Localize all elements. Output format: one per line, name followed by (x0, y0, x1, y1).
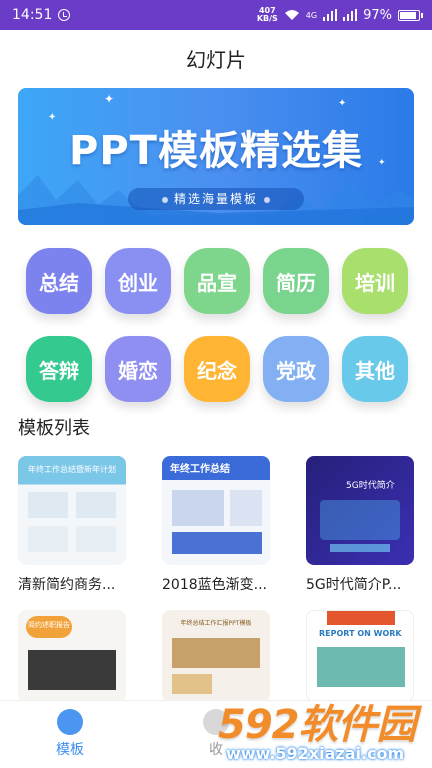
alarm-icon (58, 9, 71, 21)
cube-icon (57, 709, 83, 735)
signal-icon-2 (343, 9, 358, 21)
category-startup[interactable]: 创业 (105, 248, 171, 314)
template-thumbnail[interactable]: 年终工作总结暨新年计划 (18, 456, 126, 565)
watermark: 592软件园 www.592xiazai.com (218, 702, 416, 763)
star-icon: ✦ (338, 98, 347, 109)
template-title[interactable]: 2018蓝色渐变... (162, 574, 267, 594)
category-other[interactable]: 其他 (342, 336, 408, 402)
category-party[interactable]: 党政 (263, 336, 329, 402)
net-speed: 407 KB/S (256, 6, 278, 23)
star-icon: ✦ (104, 92, 115, 106)
tab-templates[interactable]: 模板 (40, 709, 100, 759)
template-thumbnail[interactable]: 年终工作总结 (162, 456, 270, 565)
page-title: 幻灯片 (186, 48, 246, 72)
category-branding[interactable]: 品宣 (184, 248, 250, 314)
banner-subtitle: 精选海量模板 (128, 188, 304, 210)
template-title[interactable]: 清新简约商务... (18, 574, 115, 594)
template-thumbnail[interactable]: 简约述职报告 (18, 610, 126, 702)
status-time: 14:51 (12, 7, 53, 23)
template-thumbnail[interactable]: 5G时代简介 (306, 456, 414, 565)
category-resume[interactable]: 简历 (263, 248, 329, 314)
template-title[interactable]: 5G时代简介P... (306, 574, 401, 594)
category-memorial[interactable]: 纪念 (184, 336, 250, 402)
category-summary[interactable]: 总结 (26, 248, 92, 314)
category-defense[interactable]: 答辩 (26, 336, 92, 402)
signal-icon (323, 9, 338, 21)
banner-title: PPT模板精选集 (69, 128, 363, 174)
status-bar: 14:51 407 KB/S 4G 97% (0, 0, 432, 30)
battery-icon (398, 9, 423, 21)
category-wedding[interactable]: 婚恋 (105, 336, 171, 402)
wifi-icon (284, 10, 299, 20)
network-type: 4G (305, 10, 318, 20)
battery-percent: 97% (363, 7, 392, 23)
category-training[interactable]: 培训 (342, 248, 408, 314)
banner[interactable]: ✦ ✦ ✦ ✦ PPT模板精选集 精选海量模板 (18, 88, 414, 225)
section-title: 模板列表 (18, 418, 90, 439)
